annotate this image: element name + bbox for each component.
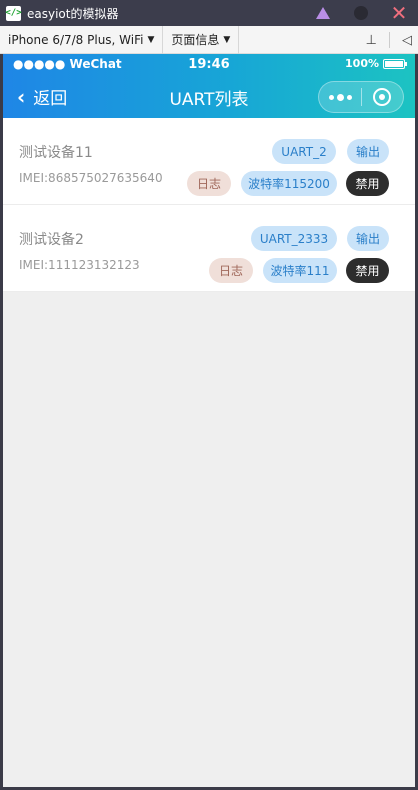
device-select-label: iPhone 6/7/8 Plus, WiFi (8, 32, 144, 47)
more-button[interactable] (319, 82, 361, 112)
pin-icon[interactable]: ⊥ (366, 33, 377, 48)
status-bar: ●●●●● WeChat 19:46 100% (3, 54, 415, 76)
battery-status: 100% (345, 57, 407, 70)
disable-button[interactable]: 禁用 (346, 171, 389, 196)
device-select[interactable]: iPhone 6/7/8 Plus, WiFi ▼ (0, 25, 164, 54)
log-button[interactable]: 日志 (187, 171, 231, 196)
list-item[interactable]: 测试设备11 IMEI:868575027635640 UART_2 输出 日志… (3, 118, 415, 205)
triangle-icon (316, 7, 330, 19)
dot-icon (336, 93, 344, 101)
navigation-header: ●●●●● WeChat 19:46 100% ‹ 返回 UART列表 (3, 54, 415, 118)
toolbar-actions: ⊥ ◁ (366, 26, 412, 54)
baud-rate-tag[interactable]: 波特率115200 (241, 171, 337, 196)
exit-button[interactable] (362, 82, 403, 112)
disable-button[interactable]: 禁用 (346, 258, 389, 283)
page-info-select[interactable]: 页面信息 ▼ (163, 25, 240, 54)
device-imei: IMEI:868575027635640 (19, 171, 163, 185)
miniprogram-capsule (318, 81, 404, 113)
device-name: 测试设备2 (19, 232, 84, 248)
uart-tag[interactable]: UART_2333 (251, 226, 337, 251)
output-button[interactable]: 输出 (347, 226, 389, 251)
battery-icon (383, 58, 407, 69)
window-controls: ✕ (304, 0, 418, 26)
window-titlebar: </> easyiot的模拟器 ✕ (0, 0, 418, 26)
chevron-down-icon: ▼ (147, 34, 155, 45)
baud-rate-tag[interactable]: 波特率111 (263, 258, 337, 283)
log-button[interactable]: 日志 (209, 258, 253, 283)
close-button[interactable]: ✕ (380, 0, 418, 26)
list-item[interactable]: 测试设备2 IMEI:111123132123 UART_2333 输出 日志 … (3, 205, 415, 292)
phone-screen: ●●●●● WeChat 19:46 100% ‹ 返回 UART列表 测试设备… (3, 54, 415, 787)
target-icon (373, 88, 392, 106)
uart-tag[interactable]: UART_2 (272, 139, 336, 164)
window-title: easyiot的模拟器 (27, 6, 119, 21)
navbar: ‹ 返回 UART列表 (3, 76, 415, 118)
device-imei: IMEI:111123132123 (19, 258, 140, 272)
code-icon: </> (5, 5, 22, 21)
device-name: 测试设备11 (19, 145, 93, 161)
dot-icon (328, 94, 334, 100)
battery-percent: 100% (345, 57, 379, 70)
volume-icon[interactable]: ◁ (402, 33, 412, 48)
chevron-down-icon: ▼ (223, 34, 231, 45)
minimize-button[interactable] (304, 0, 342, 26)
toolbar-divider (389, 32, 390, 48)
close-icon: ✕ (390, 1, 408, 25)
maximize-button[interactable] (342, 0, 380, 26)
simulator-toolbar: iPhone 6/7/8 Plus, WiFi ▼ 页面信息 ▼ ⊥ ◁ (0, 25, 418, 54)
dot-icon (346, 94, 352, 100)
page-info-label: 页面信息 (171, 33, 220, 47)
output-button[interactable]: 输出 (347, 139, 389, 164)
uart-list: 测试设备11 IMEI:868575027635640 UART_2 输出 日志… (3, 118, 415, 292)
circle-icon (354, 6, 368, 20)
